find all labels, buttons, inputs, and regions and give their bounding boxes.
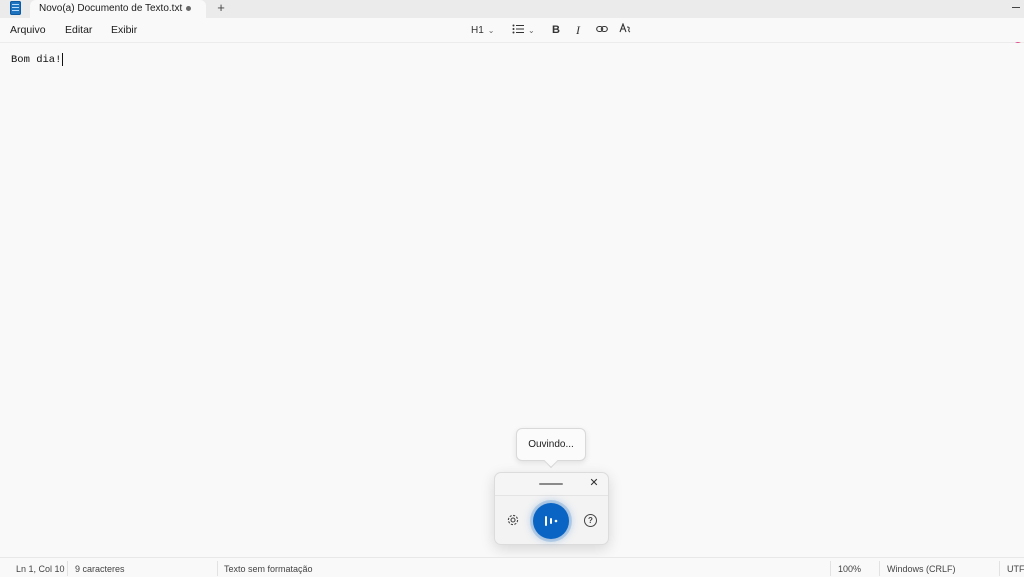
drag-handle[interactable] — [539, 483, 563, 485]
menu-file[interactable]: Arquivo — [10, 24, 46, 36]
menu-edit[interactable]: Editar — [65, 24, 92, 36]
chevron-down-icon: ⌄ — [487, 25, 495, 35]
notepad-app-icon — [10, 1, 21, 15]
divider — [879, 561, 880, 576]
unsaved-dot-icon — [186, 6, 191, 11]
document-text[interactable]: Bom dia! — [11, 54, 61, 66]
italic-button[interactable]: I — [576, 22, 580, 38]
divider — [999, 561, 1000, 576]
voice-listening-button[interactable] — [533, 503, 569, 539]
menu-bar: Arquivo Editar Exibir H1 ⌄ ⌄ B I — [0, 18, 1024, 52]
list-dropdown[interactable]: ⌄ — [512, 22, 535, 38]
divider — [67, 561, 68, 576]
tab-title: Novo(a) Documento de Texto.txt — [39, 3, 183, 14]
zoom-level[interactable]: 100% — [838, 564, 861, 574]
encoding[interactable]: UTF- — [1007, 564, 1024, 574]
line-ending[interactable]: Windows (CRLF) — [887, 564, 956, 574]
voice-panel-header[interactable]: ✕ — [495, 473, 608, 496]
cursor-position: Ln 1, Col 10 — [16, 564, 65, 574]
voice-listening-icon — [545, 516, 558, 526]
minimize-button[interactable] — [1012, 7, 1020, 8]
help-icon[interactable]: ? — [584, 514, 597, 527]
divider — [217, 561, 218, 576]
chevron-down-icon: ⌄ — [528, 25, 535, 35]
format-mode[interactable]: Texto sem formatação — [224, 564, 313, 574]
link-icon — [596, 24, 608, 37]
link-button[interactable] — [596, 22, 608, 38]
list-icon — [512, 24, 524, 37]
character-count: 9 caracteres — [75, 564, 125, 574]
heading-dropdown[interactable]: H1 ⌄ — [471, 22, 495, 38]
voice-typing-panel: ✕ ? — [494, 472, 609, 545]
gear-icon[interactable] — [506, 513, 520, 527]
clear-formatting-icon — [619, 22, 631, 37]
clear-formatting-button[interactable] — [619, 22, 631, 38]
status-bar: Ln 1, Col 10 9 caracteres Texto sem form… — [0, 557, 1024, 577]
menu-view[interactable]: Exibir — [111, 24, 137, 36]
heading-label: H1 — [471, 24, 484, 36]
title-bar: Novo(a) Documento de Texto.txt + — [0, 0, 1024, 18]
close-icon[interactable]: ✕ — [588, 477, 600, 489]
new-tab-button[interactable]: + — [214, 0, 228, 16]
tab-document[interactable]: Novo(a) Documento de Texto.txt — [30, 0, 206, 18]
divider — [830, 561, 831, 576]
bold-button[interactable]: B — [552, 22, 560, 38]
text-caret — [62, 53, 63, 66]
listening-tooltip: Ouvindo... — [516, 428, 586, 461]
